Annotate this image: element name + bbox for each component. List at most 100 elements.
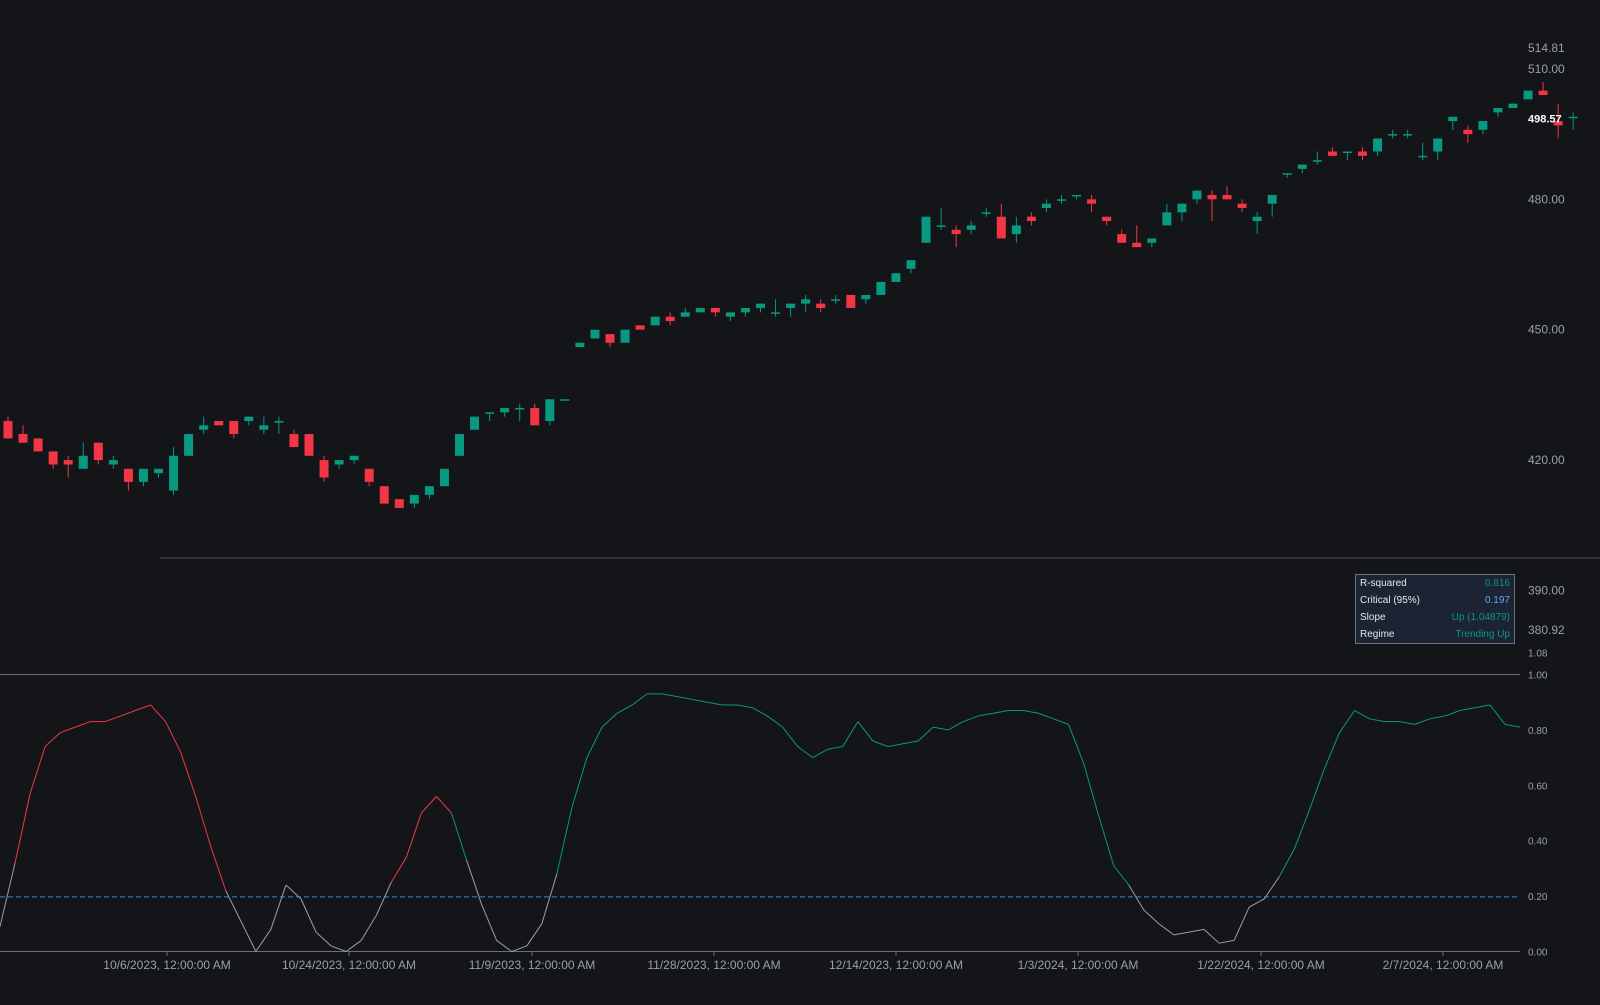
candle-body — [680, 312, 690, 317]
time-tick-label: 10/6/2023, 12:00:00 AM — [103, 958, 230, 972]
candle — [1508, 103, 1518, 109]
r-squared-segment — [526, 923, 543, 947]
chart-stage: 510.00 480.00 450.00 420.00 390.00 514.81 380.… — [0, 0, 1600, 1000]
candle-body — [530, 407, 540, 426]
candle-body — [1177, 203, 1187, 213]
candle-body — [500, 407, 510, 413]
candle-body — [1418, 155, 1428, 158]
candle — [1433, 138, 1443, 161]
candle-body — [1132, 242, 1142, 248]
r-squared-line — [0, 693, 1521, 952]
candle-body — [319, 460, 329, 478]
candle-body — [1207, 194, 1217, 200]
r-squared-segment — [857, 721, 874, 742]
r-squared-segment — [375, 882, 392, 916]
indicator-tick-label: 0.80 — [1528, 726, 1548, 737]
candle — [816, 299, 826, 313]
candle-body — [1358, 151, 1367, 156]
candle-body — [1373, 138, 1383, 152]
candle-body — [515, 407, 525, 410]
info-row-critical: Critical (95%) 0.197 — [1356, 592, 1514, 609]
r-squared-segment — [120, 710, 136, 717]
candle-body — [485, 412, 495, 414]
r-squared-segment — [1083, 763, 1100, 816]
r-squared-segment — [255, 929, 272, 952]
r-squared-segment — [270, 884, 287, 930]
candle — [996, 203, 1006, 239]
candle-body — [1297, 164, 1307, 169]
r-squared-segment — [1053, 718, 1069, 725]
candle — [801, 294, 811, 313]
candle-body — [108, 460, 118, 465]
candle — [1117, 229, 1127, 243]
r-squared-segment — [466, 859, 483, 905]
candle — [1342, 151, 1352, 161]
r-squared-segment — [947, 721, 964, 731]
candle — [1282, 173, 1292, 178]
r-squared-segment — [556, 807, 573, 875]
candle-body — [1403, 134, 1413, 136]
r-squared-segment — [1278, 848, 1295, 877]
candle — [981, 208, 991, 217]
r-squared-segment — [345, 940, 362, 952]
candle-body — [364, 468, 374, 482]
r-squared-segment — [571, 757, 588, 808]
time-tick-label: 12/14/2023, 12:00:00 AM — [829, 958, 963, 972]
candle — [1538, 81, 1548, 95]
r-squared-segment — [902, 740, 919, 745]
candle — [861, 294, 871, 304]
candle — [169, 447, 179, 495]
candle — [530, 403, 540, 426]
r-squared-segment — [933, 726, 949, 731]
candle — [560, 399, 570, 401]
candle-body — [710, 307, 720, 313]
candle — [394, 499, 404, 508]
candle — [1418, 142, 1428, 161]
candle — [876, 281, 886, 295]
candle-body — [861, 294, 871, 300]
candle — [199, 416, 209, 435]
r-squared-segment — [14, 793, 31, 863]
candle — [214, 421, 224, 426]
candle-body — [439, 468, 449, 487]
r-squared-segment — [60, 726, 76, 734]
candle — [1448, 116, 1458, 130]
candle — [349, 455, 359, 465]
candle-body — [1162, 212, 1172, 226]
r-squared-segment — [195, 796, 212, 847]
candle — [244, 416, 254, 426]
r-squared-segment — [180, 751, 197, 797]
info-row-r-squared: R-squared 0.816 — [1356, 575, 1514, 592]
candle — [1388, 129, 1398, 139]
candle-body — [1388, 134, 1398, 136]
r-squared-segment — [1444, 710, 1461, 717]
last-price-label: 498.57 — [1528, 114, 1562, 126]
candle-body — [740, 307, 750, 313]
r-squared-segment — [1399, 721, 1415, 725]
candle — [1237, 199, 1247, 213]
r-squared-segment — [1068, 724, 1085, 764]
candle-body — [123, 468, 133, 482]
r-squared-segment — [797, 746, 813, 759]
candle-body — [560, 399, 570, 401]
candle — [409, 494, 419, 508]
indicator-tick-label: 0.60 — [1528, 781, 1548, 792]
r-squared-segment — [1308, 768, 1325, 811]
candle-body — [981, 212, 991, 214]
r-squared-segment — [812, 748, 828, 759]
candle-body — [996, 216, 1006, 239]
candle-body — [1102, 216, 1112, 222]
r-squared-segment — [1414, 718, 1430, 725]
candle-body — [199, 425, 209, 430]
r-squared-segment — [29, 746, 46, 794]
candle-body — [1342, 151, 1352, 153]
r-squared-segment — [601, 712, 618, 728]
candle-body — [725, 312, 735, 317]
r-squared-segment — [0, 862, 16, 927]
candle — [63, 455, 73, 478]
chart-svg[interactable]: 510.00 480.00 450.00 420.00 390.00 514.81 380.… — [0, 0, 1600, 1000]
time-tick-label: 1/22/2024, 12:00:00 AM — [1197, 958, 1324, 972]
candle — [485, 412, 495, 422]
candle-body — [184, 434, 194, 456]
regression-info-table: R-squared 0.816 Critical (95%) 0.197 Slo… — [1355, 574, 1515, 644]
